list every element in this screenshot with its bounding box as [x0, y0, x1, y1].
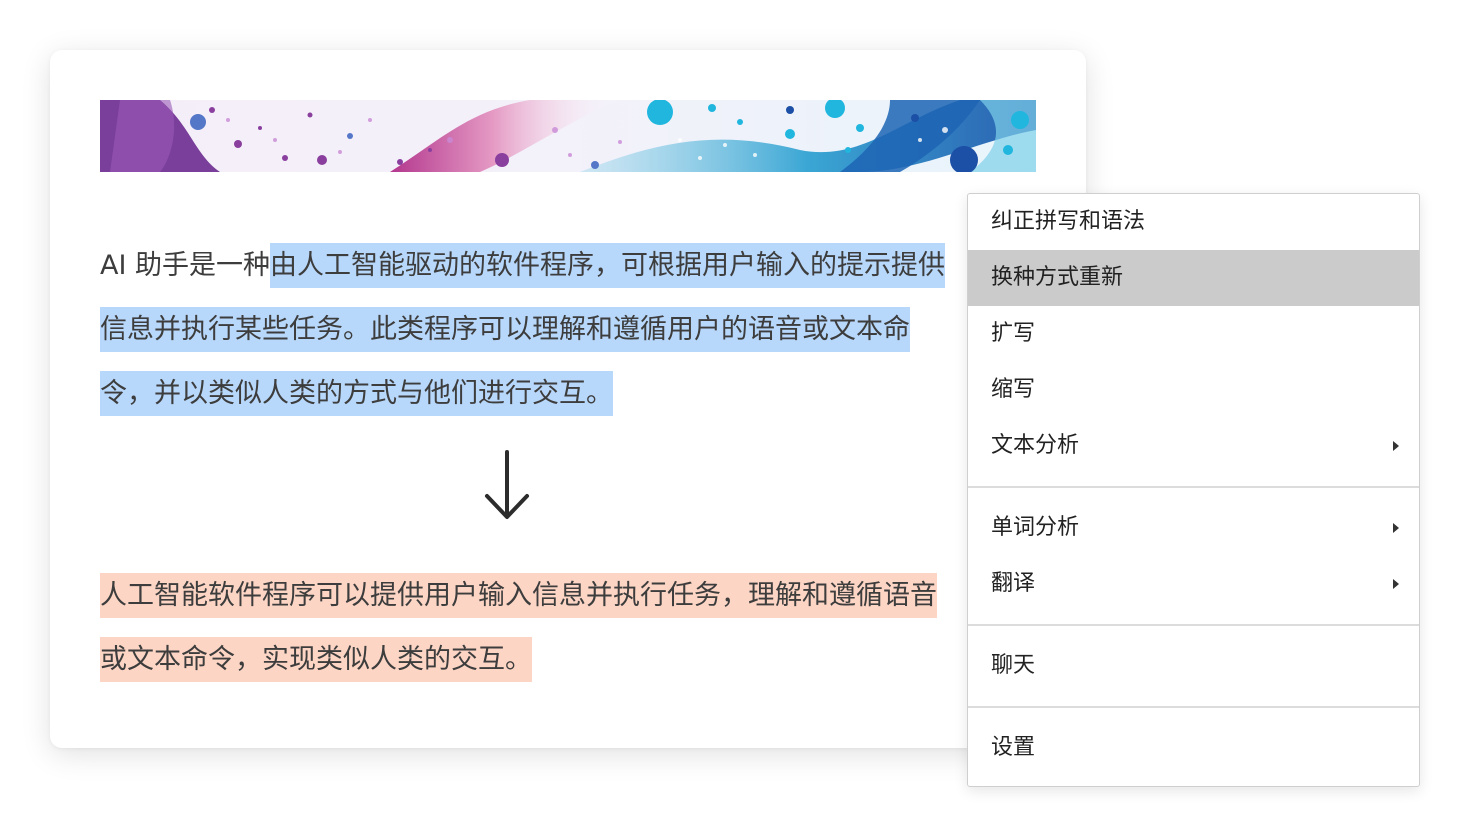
menu-item-text-analysis[interactable]: 文本分析: [968, 418, 1419, 474]
menu-item-correct-grammar[interactable]: 纠正拼写和语法: [968, 194, 1419, 250]
banner-image: [100, 100, 1036, 172]
menu-divider: [968, 486, 1419, 488]
rewritten-text[interactable]: 人工智能软件程序可以提供用户输入信息并执行任务，理解和遵循语音或文本命令，实现类…: [100, 573, 937, 682]
paragraph-lead-text: AI 助手是一种: [100, 250, 271, 281]
document-card: AI 助手是一种由人工智能驱动的软件程序，可根据用户输入的提示提供信息并执行某些…: [50, 50, 1086, 748]
arrow-down-icon: [485, 450, 529, 519]
menu-item-settings[interactable]: 设置: [968, 720, 1419, 776]
menu-item-label: 聊天: [991, 653, 1036, 678]
chevron-right-icon: [1393, 441, 1399, 451]
menu-item-label: 翻译: [991, 571, 1036, 596]
menu-item-label: 换种方式重新: [991, 265, 1124, 290]
menu-item-label: 文本分析: [991, 433, 1080, 458]
menu-item-label: 单词分析: [991, 515, 1080, 540]
menu-item-translate[interactable]: 翻译: [968, 556, 1419, 612]
menu-item-label: 缩写: [991, 377, 1036, 402]
rewritten-paragraph[interactable]: 人工智能软件程序可以提供用户输入信息并执行任务，理解和遵循语音或文本命令，实现类…: [100, 564, 962, 692]
menu-divider: [968, 706, 1419, 708]
menu-divider: [968, 624, 1419, 626]
context-menu: 纠正拼写和语法 换种方式重新 扩写 缩写 文本分析 单词分析 翻译 聊天 设置: [967, 193, 1420, 787]
menu-item-expand[interactable]: 扩写: [968, 306, 1419, 362]
menu-item-chat[interactable]: 聊天: [968, 638, 1419, 694]
menu-item-label: 设置: [991, 735, 1036, 760]
menu-item-shorten[interactable]: 缩写: [968, 362, 1419, 418]
menu-item-label: 扩写: [991, 321, 1036, 346]
chevron-right-icon: [1393, 579, 1399, 589]
menu-item-label: 纠正拼写和语法: [991, 209, 1146, 234]
menu-item-rephrase[interactable]: 换种方式重新: [968, 250, 1419, 306]
original-paragraph[interactable]: AI 助手是一种由人工智能驱动的软件程序，可根据用户输入的提示提供信息并执行某些…: [100, 234, 962, 426]
chevron-right-icon: [1393, 523, 1399, 533]
menu-item-word-analysis[interactable]: 单词分析: [968, 500, 1419, 556]
